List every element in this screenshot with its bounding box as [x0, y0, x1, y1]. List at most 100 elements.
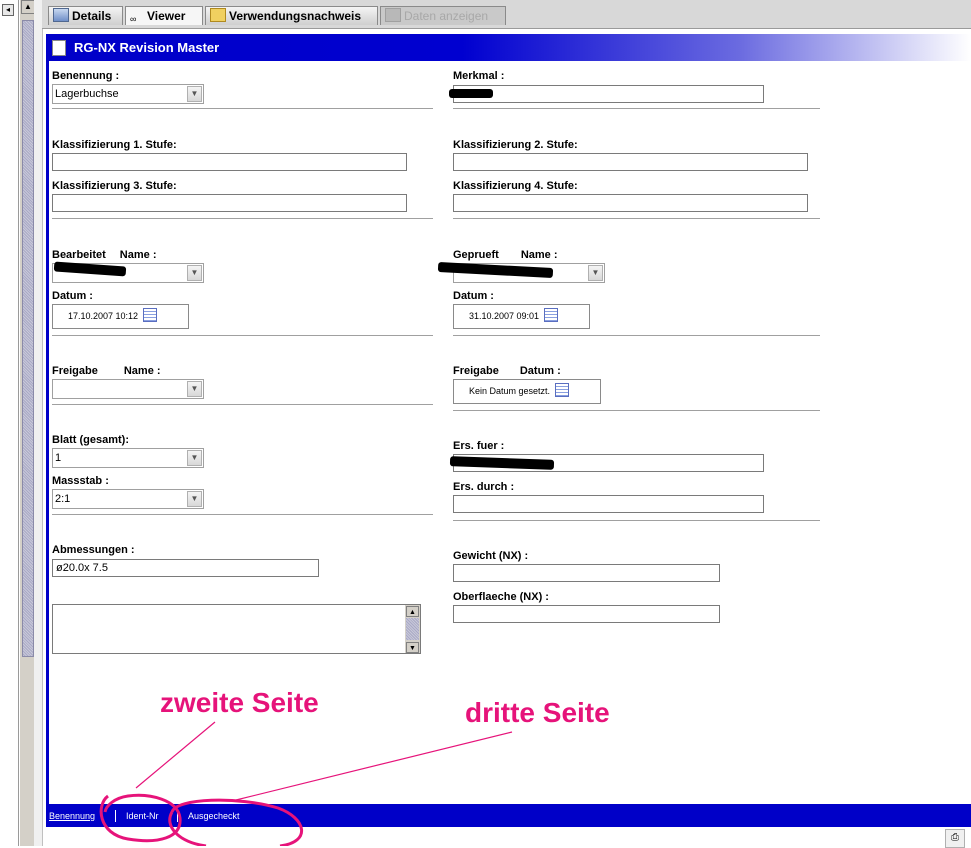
chevron-down-icon[interactable]: ▼: [187, 381, 202, 397]
left-pane: ◂: [0, 0, 19, 846]
gewicht-field[interactable]: [453, 564, 720, 582]
ers-durch-label: Ers. durch :: [453, 481, 515, 493]
panel-title: RG-NX Revision Master: [74, 40, 220, 55]
scroll-up-icon[interactable]: ▲: [21, 0, 35, 14]
annotation-zweite-seite: zweite Seite: [160, 687, 319, 718]
panel-left-border: [46, 61, 49, 804]
bearbeitet-date-picker[interactable]: 17.10.2007 10:12: [52, 304, 189, 329]
geprueft-label-a: Geprueft: [453, 249, 499, 261]
divider: [52, 404, 433, 405]
annotation-dritte-seite: dritte Seite: [465, 697, 610, 728]
klass1-label: Klassifizierung 1. Stufe:: [52, 139, 177, 151]
scroll-up-icon[interactable]: ▲: [406, 606, 419, 617]
freigabe-datum-label-b: Datum :: [519, 365, 561, 377]
abmessungen-field[interactable]: ø20.0x 7.5: [52, 559, 319, 577]
bearbeitet-label: Bearbeitet Name :: [52, 249, 156, 261]
tab-details[interactable]: Details: [48, 6, 123, 25]
klass3-label: Klassifizierung 3. Stufe:: [52, 180, 177, 192]
ers-fuer-label: Ers. fuer :: [453, 440, 505, 452]
bottom-nav-bar: Benennung Ident-Nr Ausgecheckt: [46, 804, 971, 827]
tab-label: Daten anzeigen: [404, 9, 489, 23]
divider: [177, 810, 178, 822]
blatt-value: 1: [55, 452, 62, 464]
klass2-field[interactable]: [453, 153, 808, 171]
bearbeitet-label-a: Bearbeitet: [52, 249, 106, 261]
divider: [453, 410, 820, 411]
print-icon[interactable]: ⎙: [945, 829, 965, 848]
freigabe-label-b: Name :: [123, 365, 161, 377]
scroll-down-icon[interactable]: ▼: [406, 642, 419, 653]
tab-verwendungsnachweis[interactable]: Verwendungsnachweis: [205, 6, 378, 25]
geprueft-date-picker[interactable]: 31.10.2007 09:01: [453, 304, 590, 329]
textarea-scrollbar[interactable]: ▲ ▼: [405, 605, 420, 653]
benennung-combo[interactable]: Lagerbuchse ▼: [52, 84, 204, 104]
merkmal-label: Merkmal :: [453, 70, 505, 82]
freigabe-date-picker[interactable]: Kein Datum gesetzt.: [453, 379, 601, 404]
chevron-down-icon[interactable]: ▼: [187, 450, 202, 466]
divider: [52, 514, 433, 515]
chevron-down-icon[interactable]: ▼: [588, 265, 603, 281]
benennung-value: Lagerbuchse: [55, 88, 119, 100]
divider: [52, 335, 433, 336]
klass3-field[interactable]: [52, 194, 407, 212]
calendar-icon[interactable]: [544, 308, 559, 322]
merkmal-field[interactable]: [453, 85, 764, 103]
annotation-arrow-left: [135, 721, 216, 789]
divider: [52, 218, 433, 219]
abmessungen-label: Abmessungen :: [52, 544, 135, 556]
bearbeitet-date-value: 17.10.2007 10:12: [68, 311, 139, 321]
scrollbar-thumb[interactable]: [22, 20, 34, 657]
glasses-icon: ∞: [130, 14, 137, 24]
massstab-combo[interactable]: 2:1 ▼: [52, 489, 204, 509]
freigabe-date-value: Kein Datum gesetzt.: [469, 386, 551, 396]
chevron-down-icon[interactable]: ▼: [187, 86, 202, 102]
bottom-link-ausgecheckt[interactable]: Ausgecheckt: [188, 811, 240, 821]
tab-viewer[interactable]: ∞ Viewer: [125, 6, 203, 25]
benennung-label: Benennung :: [52, 70, 120, 82]
bottom-link-ident-nr[interactable]: Ident-Nr: [126, 811, 159, 821]
data-icon: [385, 8, 401, 22]
details-icon: [53, 8, 69, 22]
massstab-label: Massstab :: [52, 475, 109, 487]
tab-daten-anzeigen: Daten anzeigen: [380, 6, 506, 25]
divider: [52, 108, 433, 109]
bottom-link-benennung[interactable]: Benennung: [49, 811, 95, 821]
edit-document-icon: [52, 40, 66, 56]
freigabe-name-combo[interactable]: ▼: [52, 379, 204, 399]
ers-durch-field[interactable]: [453, 495, 764, 513]
freigabe-datum-label-a: Freigabe: [453, 365, 499, 377]
blatt-combo[interactable]: 1 ▼: [52, 448, 204, 468]
gewicht-label: Gewicht (NX) :: [453, 550, 529, 562]
chevron-down-icon[interactable]: ▼: [187, 491, 202, 507]
divider: [115, 810, 116, 822]
freigabe-name-label: Freigabe Name :: [52, 365, 161, 377]
freigabe-datum-label: Freigabe Datum :: [453, 365, 561, 377]
bearbeitet-datum-label: Datum :: [52, 290, 93, 302]
calendar-icon[interactable]: [143, 308, 158, 322]
klass4-field[interactable]: [453, 194, 808, 212]
scrollbar-thumb[interactable]: [406, 618, 419, 640]
tab-label: Viewer: [147, 9, 186, 23]
bearbeitet-label-b: Name :: [119, 249, 157, 261]
klass1-field[interactable]: [52, 153, 407, 171]
geprueft-label-b: Name :: [520, 249, 558, 261]
folder-icon: [210, 8, 226, 22]
redaction-mark: [449, 89, 493, 98]
notes-textarea[interactable]: ▲ ▼: [52, 604, 421, 654]
divider: [453, 335, 820, 336]
klass2-label: Klassifizierung 2. Stufe:: [453, 139, 578, 151]
panel-header: RG-NX Revision Master: [46, 34, 971, 61]
pane-splitter[interactable]: [34, 0, 43, 846]
blatt-label: Blatt (gesamt):: [52, 434, 130, 446]
divider: [453, 108, 820, 109]
oberflaeche-label: Oberflaeche (NX) :: [453, 591, 549, 603]
klass4-label: Klassifizierung 4. Stufe:: [453, 180, 578, 192]
collapse-icon[interactable]: ◂: [2, 4, 14, 16]
geprueft-datum-label: Datum :: [453, 290, 494, 302]
divider: [453, 520, 820, 521]
left-scrollbar[interactable]: ▲: [19, 0, 35, 846]
chevron-down-icon[interactable]: ▼: [187, 265, 202, 281]
calendar-icon[interactable]: [555, 383, 570, 397]
oberflaeche-field[interactable]: [453, 605, 720, 623]
tab-label: Verwendungsnachweis: [229, 9, 362, 23]
